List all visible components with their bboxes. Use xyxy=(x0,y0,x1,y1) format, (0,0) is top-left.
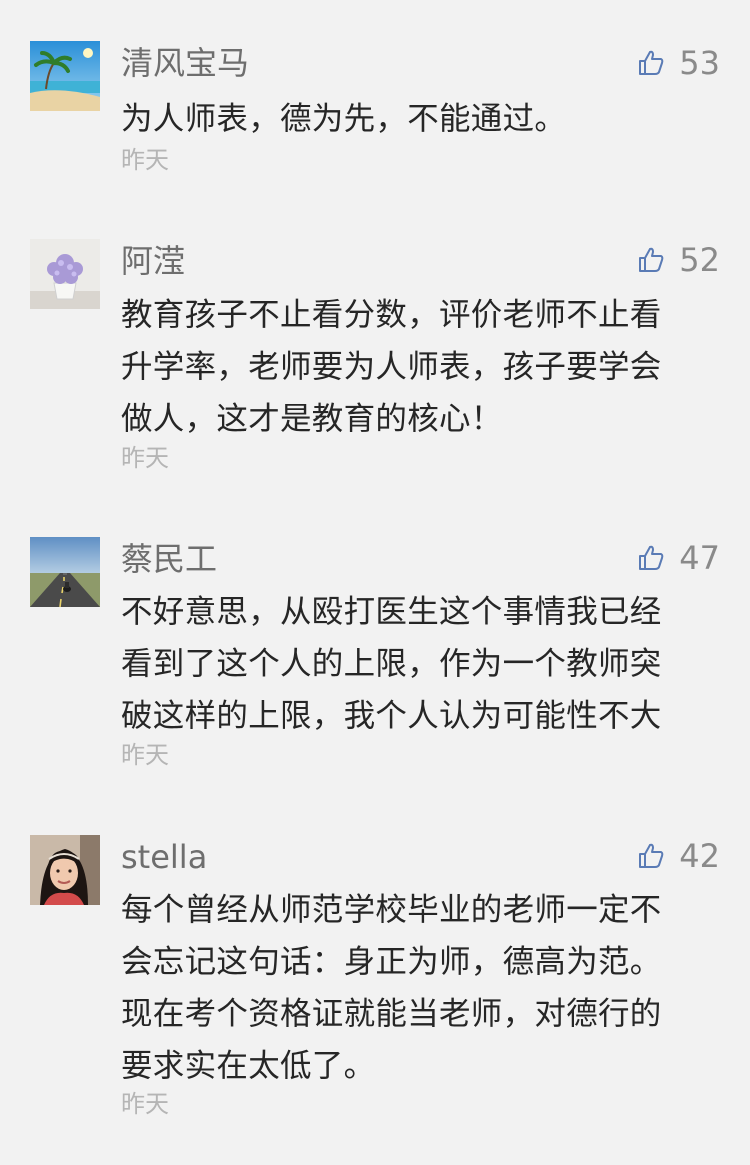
like-button[interactable]: 42 xyxy=(637,836,720,876)
username[interactable]: stella xyxy=(121,837,207,877)
comment-line: 现在考个资格证就能当老师，对德行的 xyxy=(121,996,662,1032)
comment-line: 做人，这才是教育的核心！ xyxy=(121,401,503,437)
avatar-road[interactable] xyxy=(30,537,100,607)
thumbs-up-icon[interactable] xyxy=(637,842,665,870)
like-count: 42 xyxy=(679,837,720,875)
comment-line: 为人师表，德为先，不能通过。 xyxy=(121,101,567,137)
like-button[interactable]: 52 xyxy=(637,240,720,280)
comment-text: 每个曾经从师范学校毕业的老师一定不 会忘记这句话：身正为师，德高为范。 现在考个… xyxy=(121,884,721,1092)
comment-line: 每个曾经从师范学校毕业的老师一定不 xyxy=(121,892,662,928)
like-count: 52 xyxy=(679,241,720,279)
comment-line: 会忘记这句话：身正为师，德高为范。 xyxy=(121,944,662,980)
thumbs-up-icon[interactable] xyxy=(637,49,665,77)
comment-line: 要求实在太低了。 xyxy=(121,1048,376,1084)
comment-line: 破这样的上限，我个人认为可能性不大 xyxy=(121,698,662,734)
comment-text: 不好意思，从殴打医生这个事情我已经 看到了这个人的上限，作为一个教师突 破这样的… xyxy=(121,586,721,742)
like-count: 53 xyxy=(679,44,720,82)
comment-text: 为人师表，德为先，不能通过。 xyxy=(121,93,721,145)
like-button[interactable]: 53 xyxy=(637,43,720,83)
timestamp: 昨天 xyxy=(121,741,169,769)
username[interactable]: 阿滢 xyxy=(121,241,185,281)
comment-line: 教育孩子不止看分数，评价老师不止看 xyxy=(121,297,662,333)
like-button[interactable]: 47 xyxy=(637,538,720,578)
thumbs-up-icon[interactable] xyxy=(637,544,665,572)
comment-text: 教育孩子不止看分数，评价老师不止看 升学率，老师要为人师表，孩子要学会 做人，这… xyxy=(121,289,721,445)
avatar-girl[interactable] xyxy=(30,835,100,905)
thumbs-up-icon[interactable] xyxy=(637,246,665,274)
comment-line: 看到了这个人的上限，作为一个教师突 xyxy=(121,646,662,682)
timestamp: 昨天 xyxy=(121,1090,169,1118)
timestamp: 昨天 xyxy=(121,444,169,472)
like-count: 47 xyxy=(679,539,720,577)
username[interactable]: 清风宝马 xyxy=(121,43,249,83)
timestamp: 昨天 xyxy=(121,146,169,174)
username[interactable]: 蔡民工 xyxy=(121,539,217,579)
comment-line: 不好意思，从殴打医生这个事情我已经 xyxy=(121,594,662,630)
comment-line: 升学率，老师要为人师表，孩子要学会 xyxy=(121,349,662,385)
comment-item: 清风宝马 53 为人师表，德为先，不能通过。 昨天 xyxy=(0,0,750,200)
avatar-beach[interactable] xyxy=(30,41,100,111)
avatar-flower[interactable] xyxy=(30,239,100,309)
